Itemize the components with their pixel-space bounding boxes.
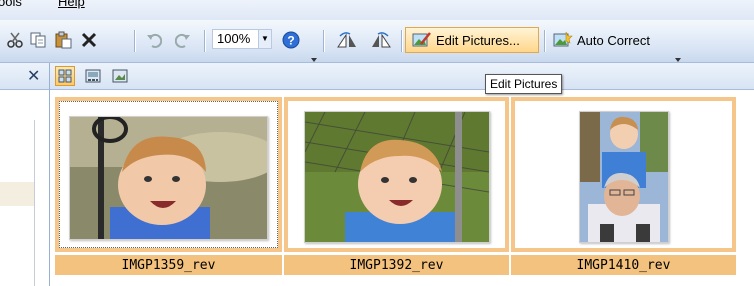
picture-caption[interactable]: IMGP1410_rev — [511, 255, 736, 275]
undo-icon — [147, 33, 162, 48]
rotate-right-icon — [372, 32, 391, 48]
copy-icon — [30, 32, 46, 48]
toolbar-separator — [134, 30, 136, 52]
picture-thumbnail[interactable] — [304, 111, 490, 243]
thumbnails-view-button[interactable] — [55, 66, 75, 86]
photo-grandfather-child — [580, 112, 668, 242]
menu-help[interactable]: Help — [58, 0, 85, 9]
view-toolbar — [50, 63, 754, 90]
toolbar-separator — [401, 30, 403, 52]
thumbnails-view-icon — [58, 69, 72, 83]
chevron-down-icon[interactable]: ▼ — [258, 30, 271, 48]
filmstrip-view-icon — [85, 69, 101, 83]
toolbar-separator — [204, 30, 206, 52]
paste-icon — [55, 31, 72, 49]
redo-icon — [175, 33, 190, 48]
delete-button[interactable] — [78, 28, 100, 52]
picture-tile[interactable] — [511, 97, 736, 252]
toolbar-overflow-icon[interactable] — [675, 53, 681, 62]
folder-list[interactable] — [0, 120, 35, 286]
rotate-right-button[interactable] — [368, 28, 394, 52]
toolbar-separator — [323, 30, 325, 52]
delete-x-icon — [81, 32, 97, 48]
scissors-icon — [7, 32, 23, 48]
left-pane-header: ✕ — [0, 63, 49, 90]
help-button[interactable]: ? — [280, 28, 302, 52]
edit-pictures-button[interactable]: Edit Pictures... — [405, 27, 539, 53]
rotate-left-icon — [337, 32, 356, 48]
photo-child-fence — [305, 112, 489, 242]
redo-button[interactable] — [172, 28, 194, 52]
toolbar-overflow-icon[interactable] — [311, 53, 317, 62]
rotate-left-button[interactable] — [334, 28, 360, 52]
cut-button[interactable] — [4, 28, 26, 52]
edit-pictures-label: Edit Pictures... — [436, 32, 520, 48]
single-picture-view-button[interactable] — [110, 66, 130, 86]
auto-correct-icon — [553, 31, 573, 47]
picture-thumbnail[interactable] — [579, 111, 669, 243]
filmstrip-view-button[interactable] — [83, 66, 103, 86]
zoom-select[interactable]: 100% ▼ — [212, 29, 272, 49]
menu-tools[interactable]: ools — [0, 0, 22, 9]
picture-tile[interactable] — [284, 97, 509, 252]
toolbar-separator — [544, 30, 546, 52]
help-icon: ? — [282, 31, 300, 49]
zoom-value: 100% — [217, 31, 251, 46]
picture-caption[interactable]: IMGP1359_rev — [55, 255, 282, 275]
paste-button[interactable] — [52, 28, 76, 52]
menu-bar: ools Help — [0, 0, 754, 20]
picture-caption[interactable]: IMGP1392_rev — [284, 255, 509, 275]
folder-list-selected-item[interactable] — [0, 182, 34, 206]
svg-text:?: ? — [287, 34, 294, 48]
edit-pictures-icon — [412, 32, 431, 47]
close-icon[interactable]: ✕ — [27, 66, 40, 86]
single-picture-view-icon — [112, 69, 128, 83]
tooltip: Edit Pictures — [485, 74, 563, 94]
focus-rectangle — [59, 101, 278, 248]
undo-button[interactable] — [143, 28, 165, 52]
copy-button[interactable] — [28, 28, 50, 52]
auto-correct-button[interactable]: Auto Correct — [553, 27, 668, 53]
auto-correct-label: Auto Correct — [577, 32, 650, 48]
